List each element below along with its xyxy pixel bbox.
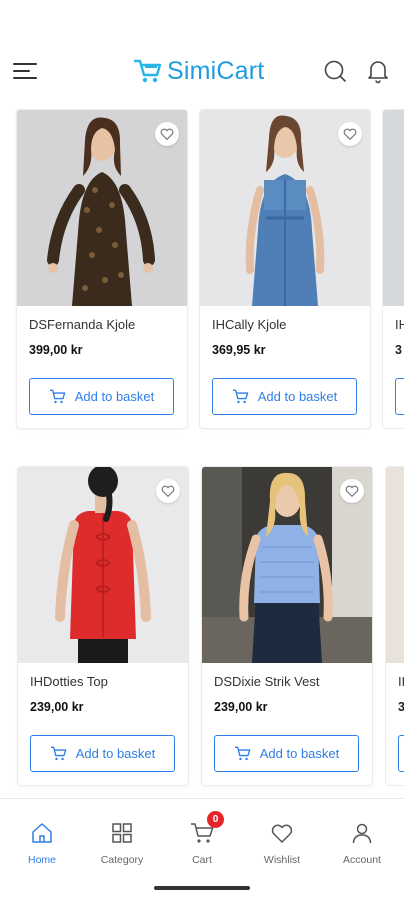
add-to-basket-button[interactable]: Add to basket <box>214 735 359 772</box>
nav-item-home[interactable]: Home <box>2 821 82 871</box>
add-to-basket-label: Add to basket <box>74 389 155 404</box>
product-price: 239,00 kr <box>214 700 268 714</box>
product-price: 399,00 kr <box>29 343 83 357</box>
top-app-bar: SimiCart <box>0 0 404 104</box>
nav-item-wishlist[interactable]: Wishlist <box>242 821 322 871</box>
nav-item-cart[interactable]: 0 Cart <box>162 811 242 871</box>
nav-label: Wishlist <box>263 854 301 866</box>
nav-label: Cart <box>192 854 212 866</box>
product-price: 3 <box>395 343 402 357</box>
product-card[interactable]: DSDixie Strik Vest 239,00 kr Add to bask… <box>201 466 373 786</box>
product-grid: DSFernanda Kjole 399,00 kr Add to basket <box>0 104 404 794</box>
add-to-basket-label: Add to basket <box>75 746 156 761</box>
product-name: IH <box>395 317 404 332</box>
product-name[interactable]: DSFernanda Kjole <box>29 317 135 332</box>
app-screen: SimiCart DSFernanda Kjole 399,00 kr Add … <box>0 0 404 900</box>
add-to-basket-label: Add to basket <box>259 746 340 761</box>
add-to-basket-button[interactable]: Add to basket <box>30 735 175 772</box>
search-icon[interactable] <box>323 59 347 83</box>
nav-label: Category <box>100 854 144 866</box>
add-to-basket-button[interactable]: Add to basket <box>29 378 174 415</box>
grid-icon <box>112 823 132 843</box>
product-name: IH <box>398 674 404 689</box>
wishlist-heart-icon[interactable] <box>340 479 364 503</box>
add-to-basket-button[interactable]: Add to basket <box>212 378 357 415</box>
product-card-partial[interactable]: IH 3 <box>382 109 404 429</box>
cart-icon <box>49 389 66 404</box>
nav-label: Home <box>27 854 56 866</box>
hamburger-menu-icon[interactable] <box>13 60 39 82</box>
user-icon <box>352 823 372 844</box>
bell-icon[interactable] <box>366 58 390 84</box>
product-name[interactable]: IHDotties Top <box>30 674 108 689</box>
product-price: 239,00 kr <box>30 700 84 714</box>
product-price: 369,95 kr <box>212 343 266 357</box>
home-indicator[interactable] <box>154 886 250 890</box>
product-card[interactable]: IHCally Kjole 369,95 kr Add to basket <box>199 109 371 429</box>
product-card-partial[interactable]: IH 3 <box>385 466 404 786</box>
app-logo: SimiCart <box>133 55 264 87</box>
cart-icon <box>50 746 67 761</box>
nav-item-category[interactable]: Category <box>82 821 162 871</box>
add-to-basket-label: Add to basket <box>257 389 338 404</box>
product-price: 3 <box>398 700 404 714</box>
cart-icon <box>234 746 251 761</box>
cart-icon <box>232 389 249 404</box>
wishlist-heart-icon[interactable] <box>156 479 180 503</box>
wishlist-heart-icon[interactable] <box>155 122 179 146</box>
home-icon <box>32 823 52 843</box>
wishlist-heart-icon[interactable] <box>338 122 362 146</box>
cart-count-badge: 0 <box>207 811 224 828</box>
heart-icon <box>271 824 293 843</box>
logo-text: SimiCart <box>167 56 265 85</box>
nav-item-account[interactable]: Account <box>322 821 402 871</box>
nav-label: Account <box>343 854 381 866</box>
bottom-navigation: Home Category 0 Cart Wishlist Account <box>0 798 404 900</box>
product-card[interactable]: DSFernanda Kjole 399,00 kr Add to basket <box>16 109 188 429</box>
logo-cart-icon <box>133 59 162 83</box>
product-name[interactable]: IHCally Kjole <box>212 317 286 332</box>
product-card[interactable]: IHDotties Top 239,00 kr Add to basket <box>17 466 189 786</box>
product-name[interactable]: DSDixie Strik Vest <box>214 674 319 689</box>
